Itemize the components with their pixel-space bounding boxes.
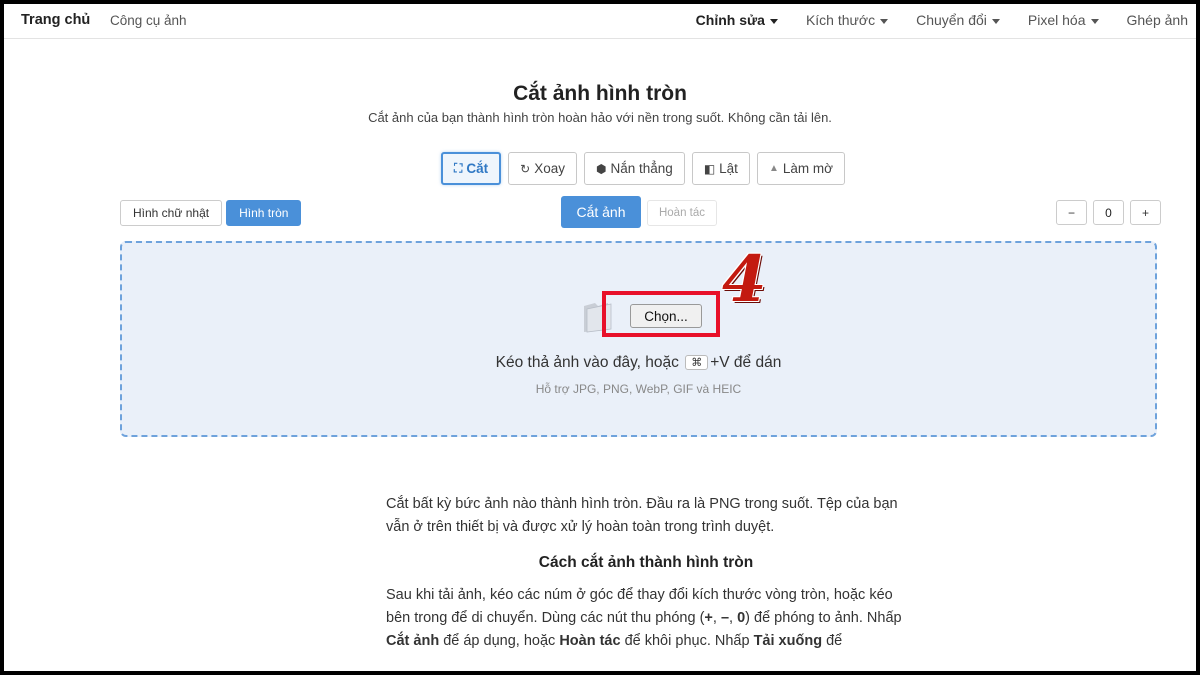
tool-blur-label: Làm mờ (782, 161, 833, 176)
tool-crop-label: Cắt (466, 161, 489, 176)
article-text: ) để phóng to ảnh. Nhấp (745, 610, 902, 626)
tool-blur-button[interactable]: ▲ Làm mờ (756, 152, 845, 185)
shape-selector: Hình chữ nhật Hình tròn (120, 200, 305, 226)
article-bold: Cắt ảnh (386, 633, 440, 649)
tool-straighten-label: Nắn thẳng (610, 161, 673, 176)
article-bold: Tải xuống (753, 633, 823, 649)
nav-menu: Chỉnh sửa Kích thước Chuyển đổi Pixel hó… (668, 12, 1188, 28)
shape-rectangle-button[interactable]: Hình chữ nhật (120, 200, 223, 226)
nav-menu-convert-label: Chuyển đổi (916, 12, 987, 28)
article: Cắt bất kỳ bức ảnh nào thành hình tròn. … (386, 493, 906, 653)
tool-crop-button[interactable]: ⛶ Cắt (441, 152, 502, 185)
browser-viewport: Trang chủ Công cụ ảnh Chỉnh sửa Kích thư… (4, 4, 1196, 671)
article-text: để (822, 633, 843, 649)
article-bold: – (720, 610, 730, 626)
drop-text-before: Kéo thả ảnh vào đây, hoặc (495, 354, 679, 371)
zoom-out-button[interactable]: − (1056, 200, 1087, 225)
nav-menu-collage[interactable]: Ghép ảnh (1127, 12, 1189, 28)
nav-home-link[interactable]: Trang chủ (21, 12, 90, 28)
page-subtitle: Cắt ảnh của bạn thành hình tròn hoàn hảo… (368, 110, 832, 125)
shape-circle-button[interactable]: Hình tròn (226, 200, 302, 226)
article-text: để áp dụng, hoặc (439, 633, 560, 649)
zoom-controls: − 0 + (1056, 200, 1167, 225)
article-bold: + (704, 610, 713, 626)
step-number-annotation: 4 (722, 242, 767, 317)
drop-text-after: +V để dán (710, 354, 782, 371)
article-bold: Hoàn tác (559, 633, 621, 649)
zoom-in-button[interactable]: + (1130, 200, 1161, 225)
article-heading: Cách cắt ảnh thành hình tròn (538, 554, 754, 571)
page-title: Cắt ảnh hình tròn (513, 82, 687, 105)
zoom-value: 0 (1093, 200, 1124, 225)
tool-flip-button[interactable]: ◧ Lật (691, 152, 750, 185)
straighten-icon: ⬢ (596, 161, 607, 176)
undo-button[interactable]: Hoàn tác (647, 200, 717, 226)
edit-toolbar: ⛶ Cắt ↻ Xoay ⬢ Nắn thẳng ◧ Lật ▲ Làm mờ (441, 152, 852, 185)
article-text: , (712, 610, 721, 626)
blur-icon: ▲ (768, 163, 779, 174)
highlight-box (602, 291, 720, 337)
nav-menu-convert[interactable]: Chuyển đổi (916, 12, 1000, 28)
article-text: để khôi phục. Nhấp (620, 633, 754, 649)
image-dropzone[interactable]: Chọn... 4 Kéo thả ảnh vào đây, hoặc ⌘ +V … (120, 241, 1157, 437)
chevron-down-icon (1090, 18, 1099, 24)
command-key-icon: ⌘ (685, 355, 709, 370)
tool-rotate-button[interactable]: ↻ Xoay (508, 152, 578, 185)
chevron-down-icon (769, 18, 778, 24)
chevron-down-icon (880, 18, 889, 24)
crop-icon: ⛶ (454, 161, 463, 175)
nav-menu-collage-label: Ghép ảnh (1126, 12, 1189, 28)
nav-menu-resize-label: Kích thước (805, 12, 876, 28)
tool-flip-label: Lật (719, 161, 738, 176)
article-bold: 0 (737, 610, 746, 626)
article-text: , (729, 610, 738, 626)
nav-image-tools-link[interactable]: Công cụ ảnh (110, 13, 187, 28)
rotate-icon: ↻ (520, 161, 531, 176)
nav-menu-edit-label: Chỉnh sửa (695, 12, 765, 28)
nav-menu-pixelate[interactable]: Pixel hóa (1028, 12, 1099, 28)
nav-menu-pixelate-label: Pixel hóa (1027, 12, 1086, 28)
chevron-down-icon (991, 18, 1000, 24)
article-paragraph: Sau khi tải ảnh, kéo các núm ở góc để th… (386, 584, 906, 653)
top-navbar: Trang chủ Công cụ ảnh Chỉnh sửa Kích thư… (4, 4, 1196, 39)
drop-instructions: Kéo thả ảnh vào đây, hoặc ⌘ +V để dán (122, 354, 1155, 372)
tool-rotate-label: Xoay (534, 161, 566, 176)
tool-straighten-button[interactable]: ⬢ Nắn thẳng (584, 152, 685, 185)
flip-icon: ◧ (703, 161, 716, 176)
nav-menu-resize[interactable]: Kích thước (805, 12, 889, 28)
article-intro: Cắt bất kỳ bức ảnh nào thành hình tròn. … (386, 496, 898, 535)
nav-menu-edit[interactable]: Chỉnh sửa (696, 12, 778, 28)
supported-formats: Hỗ trợ JPG, PNG, WebP, GIF và HEIC (535, 382, 742, 396)
apply-crop-button[interactable]: Cắt ảnh (561, 196, 641, 228)
